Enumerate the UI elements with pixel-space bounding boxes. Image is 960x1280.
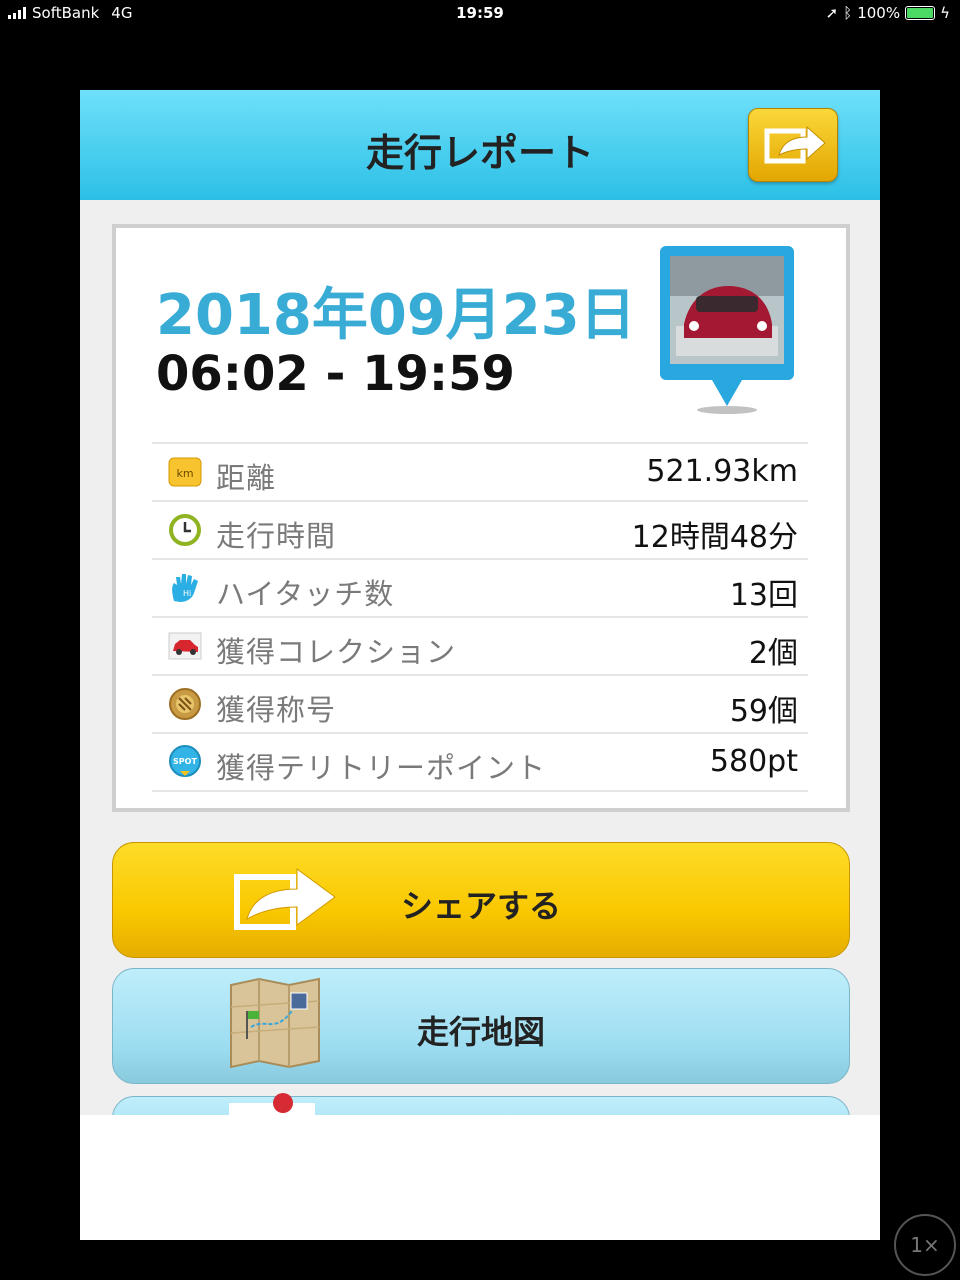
stat-label: 獲得テリトリーポイント xyxy=(216,751,547,785)
app-window: 走行レポート 2018年09月23日 06:02 - 19:59 km 距離 5… xyxy=(80,90,880,1240)
header-bar: 走行レポート xyxy=(80,90,880,200)
stat-label: 距離 xyxy=(216,461,277,495)
share-arrow-icon xyxy=(764,125,826,164)
content-area: 2018年09月23日 06:02 - 19:59 km 距離 521.93km… xyxy=(80,200,880,1158)
stat-row-distance: km 距離 521.93km xyxy=(152,442,808,500)
stat-row-drive-time: 走行時間 12時間48分 xyxy=(152,500,808,558)
status-right: ➚ ᛒ 100% ϟ xyxy=(826,4,950,22)
svg-text:Hi: Hi xyxy=(183,589,191,598)
medal-icon xyxy=(169,688,201,720)
stat-value: 2個 xyxy=(748,636,798,671)
status-time: 19:59 xyxy=(456,4,504,22)
stat-value: 59個 xyxy=(729,694,798,729)
report-card: 2018年09月23日 06:02 - 19:59 km 距離 521.93km… xyxy=(112,224,850,812)
stat-value: 12時間48分 xyxy=(631,520,798,555)
stat-label: 獲得称号 xyxy=(216,693,337,727)
car-photo-pin[interactable] xyxy=(660,246,796,416)
battery-label: 100% xyxy=(857,4,901,22)
report-date: 2018年09月23日 xyxy=(156,283,636,348)
share-button-label: シェアする xyxy=(400,887,561,925)
km-icon: km xyxy=(168,457,202,487)
zoom-toggle-button[interactable]: 1× xyxy=(894,1214,956,1276)
drive-map-button[interactable]: 走行地図 xyxy=(112,968,850,1084)
stat-label: 走行時間 xyxy=(216,519,337,553)
battery-icon xyxy=(905,6,936,20)
bluetooth-icon: ᛒ xyxy=(843,4,853,22)
stat-label: ハイタッチ数 xyxy=(216,577,395,611)
status-bar: SoftBank 4G 19:59 ➚ ᛒ 100% ϟ xyxy=(0,0,960,28)
bottom-blank xyxy=(80,1115,880,1240)
car-icon xyxy=(168,632,202,660)
spot-icon: SPOT xyxy=(169,745,201,777)
svg-text:SPOT: SPOT xyxy=(173,757,197,766)
stat-value: 580pt xyxy=(709,744,798,779)
stat-row-high-touch: Hi ハイタッチ数 13回 xyxy=(152,558,808,616)
clock-icon xyxy=(169,514,201,546)
report-stats: km 距離 521.93km 走行時間 12時間48分 Hi ハイタッチ数 13… xyxy=(152,442,808,792)
stat-row-titles: 獲得称号 59個 xyxy=(152,674,808,732)
drive-map-button-label: 走行地図 xyxy=(416,1013,545,1051)
charging-icon: ϟ xyxy=(940,4,950,22)
svg-text:km: km xyxy=(176,467,193,480)
report-time-range: 06:02 - 19:59 xyxy=(156,346,515,402)
stat-value: 521.93km xyxy=(646,454,798,489)
stat-label: 獲得コレクション xyxy=(216,635,457,669)
share-button[interactable]: シェアする xyxy=(112,842,850,958)
location-icon: ➚ xyxy=(825,4,839,22)
hand-icon: Hi xyxy=(172,574,198,602)
stat-value: 13回 xyxy=(729,578,798,613)
share-top-button[interactable] xyxy=(748,108,838,182)
stat-row-collection: 獲得コレクション 2個 xyxy=(152,616,808,674)
stat-row-territory: SPOT 獲得テリトリーポイント 580pt xyxy=(152,732,808,792)
